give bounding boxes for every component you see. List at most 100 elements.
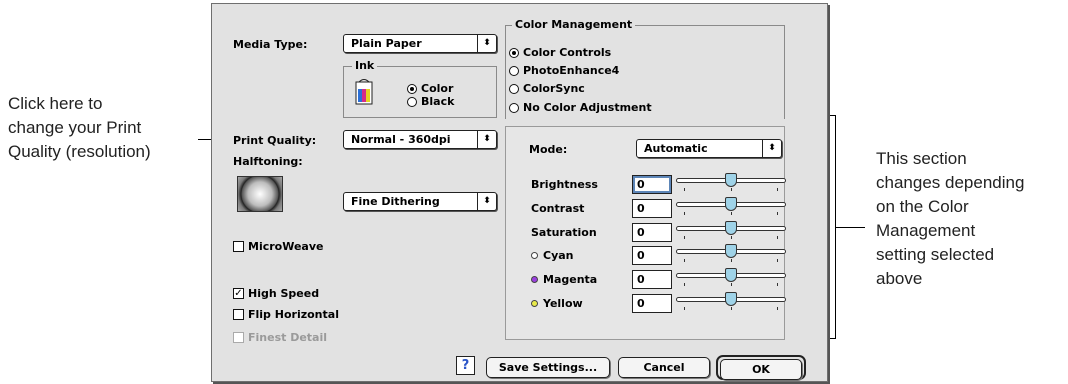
mode-popup[interactable]: Automatic ⬍ bbox=[636, 139, 782, 158]
checkbox-unchecked-icon bbox=[233, 241, 244, 252]
cyan-label: Cyan bbox=[531, 249, 574, 262]
mode-value: Automatic bbox=[644, 142, 708, 155]
saturation-label: Saturation bbox=[531, 226, 597, 239]
magenta-slider[interactable] bbox=[676, 268, 786, 288]
callout-line: on the Color bbox=[876, 197, 969, 216]
halftoning-popup[interactable]: Fine Dithering ⬍ bbox=[343, 192, 497, 211]
slider-tick bbox=[777, 283, 778, 286]
high-speed-checkbox[interactable]: ✓ High Speed bbox=[233, 287, 319, 300]
yellow-label: Yellow bbox=[531, 297, 583, 310]
radio-label: Color Controls bbox=[523, 46, 612, 59]
cyan-field[interactable]: 0 bbox=[632, 246, 672, 265]
microweave-checkbox[interactable]: MicroWeave bbox=[233, 240, 323, 253]
popup-arrow-icon: ⬍ bbox=[762, 140, 781, 157]
ok-button[interactable]: OK bbox=[720, 359, 802, 380]
slider-thumb[interactable] bbox=[725, 173, 737, 187]
callout-line: change your Print bbox=[8, 118, 142, 137]
help-button[interactable]: ? bbox=[456, 356, 475, 375]
slider-tick bbox=[731, 307, 732, 310]
brightness-slider[interactable] bbox=[676, 173, 786, 193]
slider-thumb[interactable] bbox=[725, 221, 737, 235]
print-quality-popup[interactable]: Normal - 360dpi ⬍ bbox=[343, 130, 497, 149]
halftone-preview-image bbox=[237, 176, 283, 212]
contrast-field[interactable]: 0 bbox=[632, 199, 672, 218]
finest-detail-checkbox: Finest Detail bbox=[233, 331, 327, 344]
yellow-slider[interactable] bbox=[676, 292, 786, 312]
brightness-label: Brightness bbox=[531, 178, 598, 191]
yellow-field[interactable]: 0 bbox=[632, 294, 672, 313]
radio-empty-icon bbox=[407, 96, 417, 107]
media-type-value: Plain Paper bbox=[351, 37, 422, 50]
color-section-callout: This section changes depending on the Co… bbox=[876, 147, 1066, 291]
slider-tick bbox=[731, 283, 732, 286]
radio-selected-icon bbox=[407, 83, 417, 94]
radio-label: PhotoEnhance4 bbox=[523, 64, 620, 77]
print-quality-callout: Click here to change your Print Quality … bbox=[8, 92, 198, 164]
brightness-field[interactable]: 0 bbox=[632, 175, 672, 194]
callout-line: Click here to bbox=[8, 94, 103, 113]
save-settings-button[interactable]: Save Settings... bbox=[486, 357, 610, 378]
checkbox-label: High Speed bbox=[248, 287, 320, 300]
slider-tick bbox=[684, 259, 685, 262]
ink-group: Ink Color Black bbox=[343, 59, 497, 118]
color-controls-panel: Mode: Automatic ⬍ Brightness 0 Contrast … bbox=[505, 126, 786, 340]
radio-label: Black bbox=[421, 95, 455, 108]
slider-tick bbox=[684, 212, 685, 215]
slider-tick bbox=[684, 188, 685, 191]
checkbox-disabled-icon bbox=[233, 332, 244, 343]
slider-tick bbox=[684, 236, 685, 239]
magenta-field[interactable]: 0 bbox=[632, 270, 672, 289]
no-color-adjustment-radio[interactable]: No Color Adjustment bbox=[509, 101, 652, 114]
radio-label: No Color Adjustment bbox=[523, 101, 652, 114]
slider-thumb[interactable] bbox=[725, 244, 737, 258]
slider-tick bbox=[684, 307, 685, 310]
ink-cartridge-icon bbox=[355, 79, 373, 105]
radio-empty-icon bbox=[509, 83, 519, 94]
contrast-label: Contrast bbox=[531, 202, 585, 215]
radio-label: Color bbox=[421, 82, 454, 95]
cyan-label-text: Cyan bbox=[543, 249, 574, 262]
slider-thumb[interactable] bbox=[725, 197, 737, 211]
callout-line: changes depending bbox=[876, 173, 1025, 192]
contrast-slider[interactable] bbox=[676, 197, 786, 217]
yellow-label-text: Yellow bbox=[543, 297, 583, 310]
media-type-label: Media Type: bbox=[233, 38, 308, 51]
ink-color-radio[interactable]: Color bbox=[407, 82, 453, 95]
color-controls-radio[interactable]: Color Controls bbox=[509, 46, 611, 59]
saturation-field[interactable]: 0 bbox=[632, 223, 672, 242]
ink-group-title: Ink bbox=[352, 59, 378, 72]
slider-tick bbox=[777, 236, 778, 239]
slider-tick bbox=[731, 212, 732, 215]
radio-empty-icon bbox=[509, 102, 519, 113]
print-quality-value: Normal - 360dpi bbox=[351, 133, 451, 146]
popup-arrow-icon: ⬍ bbox=[477, 131, 496, 148]
callout-line: Quality (resolution) bbox=[8, 142, 151, 161]
radio-empty-icon bbox=[509, 65, 519, 76]
radio-selected-icon bbox=[509, 47, 519, 58]
slider-thumb[interactable] bbox=[725, 292, 737, 306]
slider-tick bbox=[777, 307, 778, 310]
colorsync-radio[interactable]: ColorSync bbox=[509, 82, 585, 95]
slider-tick bbox=[777, 212, 778, 215]
checkmark-icon: ✓ bbox=[233, 288, 244, 299]
saturation-slider[interactable] bbox=[676, 221, 786, 241]
ink-black-radio[interactable]: Black bbox=[407, 95, 454, 108]
cyan-dot-icon bbox=[531, 252, 538, 259]
photoenhance4-radio[interactable]: PhotoEnhance4 bbox=[509, 64, 619, 77]
print-settings-dialog: Media Type: Plain Paper ⬍ Ink Color Blac… bbox=[211, 3, 828, 382]
cyan-slider[interactable] bbox=[676, 244, 786, 264]
slider-thumb[interactable] bbox=[725, 268, 737, 282]
color-management-title: Color Management bbox=[512, 18, 636, 31]
callout-line: This section bbox=[876, 149, 967, 168]
checkbox-unchecked-icon bbox=[233, 309, 244, 320]
cancel-button[interactable]: Cancel bbox=[618, 357, 710, 378]
popup-arrow-icon: ⬍ bbox=[477, 35, 496, 52]
bracket-pointer bbox=[835, 227, 865, 228]
yellow-dot-icon bbox=[531, 300, 538, 307]
magenta-label-text: Magenta bbox=[543, 273, 598, 286]
flip-horizontal-checkbox[interactable]: Flip Horizontal bbox=[233, 308, 339, 321]
radio-label: ColorSync bbox=[523, 82, 585, 95]
magenta-dot-icon bbox=[531, 276, 538, 283]
slider-tick bbox=[731, 236, 732, 239]
media-type-popup[interactable]: Plain Paper ⬍ bbox=[343, 34, 497, 53]
